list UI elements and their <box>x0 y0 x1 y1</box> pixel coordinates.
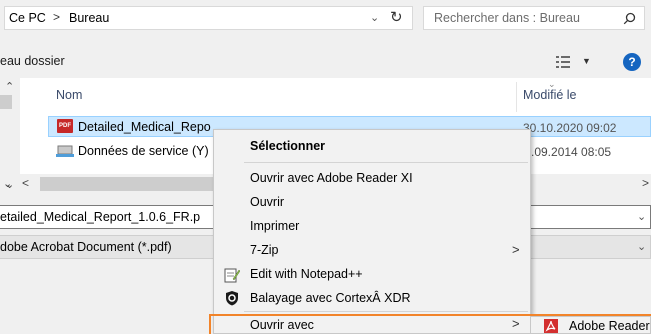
breadcrumb-separator: > <box>53 10 61 24</box>
scroll-left-icon[interactable]: < <box>22 176 29 190</box>
scroll-down-icon[interactable]: ⌄ <box>3 177 12 190</box>
scroll-up-icon[interactable]: ⌃ <box>5 80 14 93</box>
menu-separator <box>244 311 528 312</box>
file-type-value: dobe Acrobat Document (*.pdf) <box>0 240 172 254</box>
chevron-down-icon[interactable]: ⌄ <box>637 240 646 253</box>
breadcrumb-desktop[interactable]: Bureau <box>69 11 109 25</box>
menu-item-cortex-scan[interactable]: Balayage avec CortexÂ XDR <box>250 291 411 305</box>
submenu-item-adobe-reader[interactable]: Adobe Reader <box>569 319 650 333</box>
file-name-value: etailed_Medical_Report_1.0.6_FR.p <box>0 210 201 224</box>
help-button[interactable]: ? <box>623 53 641 71</box>
search-box[interactable] <box>423 6 645 30</box>
menu-separator <box>244 162 528 163</box>
adobe-reader-icon <box>544 319 558 333</box>
submenu-arrow-icon: > <box>512 242 520 257</box>
menu-item-notepad[interactable]: Edit with Notepad++ <box>250 267 363 281</box>
open-with-submenu: Adobe Reader <box>530 316 651 334</box>
view-dropdown-icon[interactable]: ▼ <box>582 56 591 66</box>
menu-item-open[interactable]: Ouvrir <box>250 195 284 209</box>
search-input[interactable] <box>432 10 606 26</box>
new-folder-button[interactable]: eau dossier <box>0 54 65 68</box>
column-divider[interactable] <box>516 82 517 112</box>
menu-item-select[interactable]: Sélectionner <box>250 139 325 153</box>
scroll-right-icon[interactable]: > <box>642 176 649 190</box>
pdf-icon: PDF <box>57 119 73 133</box>
notepad-icon <box>224 268 240 283</box>
file-date: 30.10.2020 09:02 <box>523 121 617 135</box>
file-date: .09.2014 08:05 <box>531 145 612 159</box>
view-options-icon[interactable] <box>556 56 570 68</box>
file-name[interactable]: Données de service (Y) <box>78 144 209 158</box>
chevron-down-icon[interactable]: ⌄ <box>637 210 646 223</box>
column-header-modified[interactable]: Modifié le <box>523 88 577 102</box>
menu-item-7zip[interactable]: 7-Zip <box>250 243 278 257</box>
network-folder-icon <box>56 145 74 157</box>
refresh-icon[interactable]: ↻ <box>390 8 403 26</box>
vertical-scroll-thumb[interactable] <box>0 95 12 109</box>
breadcrumb-this-pc[interactable]: Ce PC <box>9 11 46 25</box>
search-icon[interactable] <box>623 12 636 25</box>
file-name[interactable]: Detailed_Medical_Repo <box>78 120 211 134</box>
shield-icon <box>226 291 238 306</box>
menu-item-print[interactable]: Imprimer <box>250 219 299 233</box>
context-menu: Sélectionner Ouvrir avec Adobe Reader XI… <box>213 129 531 334</box>
chevron-down-icon[interactable]: ⌄ <box>370 11 379 24</box>
menu-item-open-with-adobe[interactable]: Ouvrir avec Adobe Reader XI <box>250 171 413 185</box>
column-header-name[interactable]: Nom <box>56 88 82 102</box>
toolbar: eau dossier ▼ ? <box>0 48 651 76</box>
address-bar[interactable]: Ce PC > Bureau ⌄ ↻ <box>4 6 413 30</box>
